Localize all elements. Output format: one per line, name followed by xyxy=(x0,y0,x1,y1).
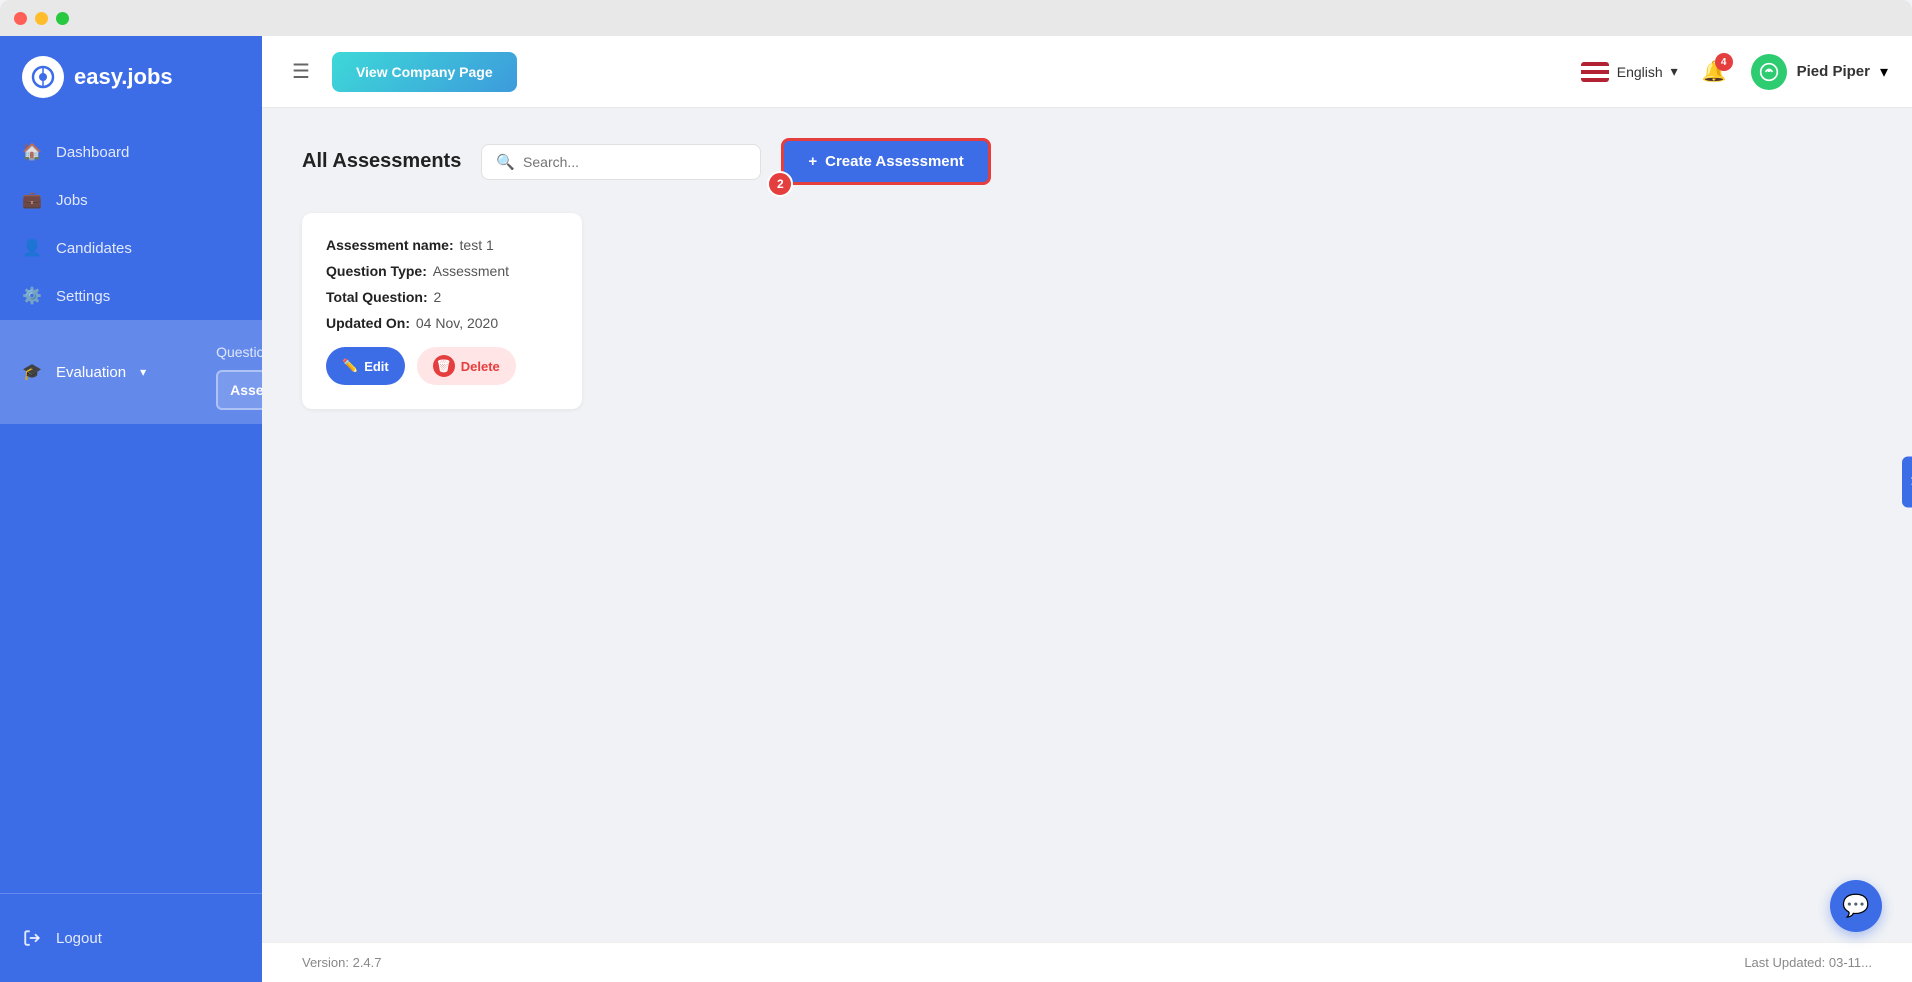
updated-value: 04 Nov, 2020 xyxy=(416,315,498,331)
user-profile[interactable]: Pied Piper ▾ xyxy=(1751,54,1888,90)
nav-label-settings: Settings xyxy=(56,288,110,305)
card-updated-row: Updated On: 04 Nov, 2020 xyxy=(326,315,558,331)
sub-navigation: Question Set Assessment 1 xyxy=(160,334,262,410)
delete-label: Delete xyxy=(461,359,500,374)
hamburger-button[interactable]: ☰ xyxy=(286,53,316,90)
card-total-row: Total Question: 2 xyxy=(326,289,558,305)
view-company-button[interactable]: View Company Page xyxy=(332,52,517,92)
chat-button[interactable]: 💬 xyxy=(1830,880,1882,932)
nav-label-jobs: Jobs xyxy=(56,192,88,209)
step-2-badge: 2 xyxy=(767,171,793,197)
create-button-wrapper: + Create Assessment 2 xyxy=(781,138,990,185)
sidebar-item-question-set[interactable]: Question Set xyxy=(216,334,262,370)
app-container: easy.jobs 🏠 Dashboard 💼 Jobs 👤 Candidate… xyxy=(0,36,1912,982)
search-input[interactable] xyxy=(523,154,746,170)
sidebar-item-assessment[interactable]: Assessment 1 xyxy=(216,370,262,410)
maximize-button[interactable] xyxy=(56,12,69,25)
logo[interactable]: easy.jobs xyxy=(0,36,262,118)
minimize-button[interactable] xyxy=(35,12,48,25)
language-label: English xyxy=(1617,64,1663,80)
notification-badge: 4 xyxy=(1715,53,1733,71)
type-label: Question Type: xyxy=(326,263,427,279)
delete-button[interactable]: 🗑 Delete xyxy=(417,347,516,385)
search-box[interactable]: 🔍 xyxy=(481,144,761,180)
company-chevron-icon: ▾ xyxy=(1880,62,1888,82)
last-updated-text: Last Updated: 03-11... xyxy=(1744,955,1872,970)
top-header: ☰ View Company Page English ▾ 🔔 xyxy=(262,36,1912,108)
nav-label-logout: Logout xyxy=(56,930,102,947)
sidebar-item-evaluation[interactable]: 🎓 Evaluation ▾ Question Set Assessment 1 xyxy=(0,320,262,424)
candidates-icon: 👤 xyxy=(22,238,42,258)
sidebar-navigation: 🏠 Dashboard 💼 Jobs 👤 Candidates ⚙️ Setti… xyxy=(0,118,262,893)
header-right: English ▾ 🔔 4 Pied Piper xyxy=(1581,54,1888,90)
notification-button[interactable]: 🔔 4 xyxy=(1698,55,1731,88)
card-actions: ✏️ Edit 🗑 Delete xyxy=(326,347,558,385)
window-chrome xyxy=(0,0,1912,36)
language-chevron-icon: ▾ xyxy=(1671,63,1678,80)
page-content: All Assessments 🔍 + Create Assessment 2 … xyxy=(262,108,1912,942)
edit-label: Edit xyxy=(364,359,389,374)
chevron-down-icon: ▾ xyxy=(140,365,146,379)
nav-label-evaluation: Evaluation xyxy=(56,364,126,381)
jobs-icon: 💼 xyxy=(22,190,42,210)
sidebar: easy.jobs 🏠 Dashboard 💼 Jobs 👤 Candidate… xyxy=(0,36,262,982)
assessment-card: Assessment name: test 1 Question Type: A… xyxy=(302,213,582,409)
sidebar-item-dashboard[interactable]: 🏠 Dashboard xyxy=(0,128,262,176)
page-header: All Assessments 🔍 + Create Assessment 2 xyxy=(302,138,1872,185)
main-area: ☰ View Company Page English ▾ 🔔 xyxy=(262,36,1912,982)
nav-label-dashboard: Dashboard xyxy=(56,144,129,161)
search-icon: 🔍 xyxy=(496,153,515,171)
page-footer: Version: 2.4.7 Last Updated: 03-11... xyxy=(262,942,1912,982)
logo-icon xyxy=(22,56,64,98)
card-name-row: Assessment name: test 1 xyxy=(326,237,558,253)
name-label: Assessment name: xyxy=(326,237,454,253)
settings-icon: ⚙️ xyxy=(22,286,42,306)
delete-icon: 🗑 xyxy=(433,355,455,377)
sidebar-item-logout[interactable]: Logout xyxy=(0,914,262,962)
card-type-row: Question Type: Assessment xyxy=(326,263,558,279)
version-text: Version: 2.4.7 xyxy=(302,955,382,970)
feedback-tab[interactable]: Feedback xyxy=(1902,456,1912,507)
updated-label: Updated On: xyxy=(326,315,410,331)
home-icon: 🏠 xyxy=(22,142,42,162)
create-assessment-button[interactable]: + Create Assessment xyxy=(781,138,990,185)
edit-button[interactable]: ✏️ Edit xyxy=(326,347,405,385)
page-title: All Assessments xyxy=(302,150,461,173)
logout-icon xyxy=(22,928,42,948)
logo-text: easy.jobs xyxy=(74,64,173,90)
sidebar-item-candidates[interactable]: 👤 Candidates xyxy=(0,224,262,272)
sidebar-bottom: Logout xyxy=(0,893,262,982)
total-value: 2 xyxy=(434,289,442,305)
company-name: Pied Piper xyxy=(1797,63,1870,80)
edit-icon: ✏️ xyxy=(342,358,358,374)
sidebar-item-settings[interactable]: ⚙️ Settings xyxy=(0,272,262,320)
language-selector[interactable]: English ▾ xyxy=(1581,62,1678,82)
plus-icon: + xyxy=(808,153,817,170)
total-label: Total Question: xyxy=(326,289,428,305)
create-btn-label: Create Assessment xyxy=(825,153,964,170)
company-logo-icon xyxy=(1751,54,1787,90)
close-button[interactable] xyxy=(14,12,27,25)
evaluation-icon: 🎓 xyxy=(22,362,42,382)
flag-icon xyxy=(1581,62,1609,82)
sidebar-item-jobs[interactable]: 💼 Jobs xyxy=(0,176,262,224)
type-value: Assessment xyxy=(433,263,509,279)
name-value: test 1 xyxy=(460,237,494,253)
nav-label-candidates: Candidates xyxy=(56,240,132,257)
